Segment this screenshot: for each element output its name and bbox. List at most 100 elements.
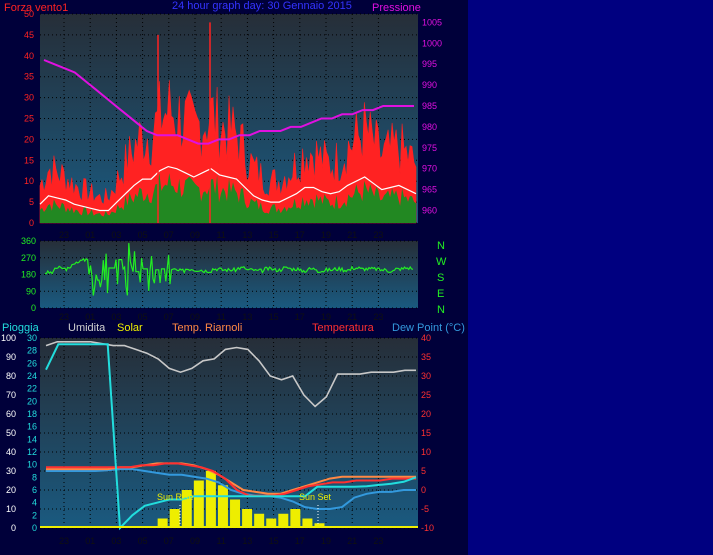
solar-bar: [169, 509, 180, 528]
humidity-axis-tick: 30: [6, 466, 16, 476]
x-tick-wind: 13: [242, 230, 252, 240]
temperature-axis-tick: 40: [421, 333, 431, 343]
direction-axis-tick: 360: [21, 236, 36, 246]
pressure-axis-tick: 975: [422, 143, 437, 153]
temperature-axis-tick: 35: [421, 352, 431, 362]
pressure-axis-tick: 1000: [422, 38, 442, 48]
temperature-axis-tick: 25: [421, 390, 431, 400]
rain-axis-tick: 10: [27, 460, 37, 470]
x-tick-wind: 23: [373, 230, 383, 240]
solar-bar: [254, 513, 265, 528]
x-tick-temp: 05: [138, 536, 148, 546]
rain-axis-tick: 28: [27, 346, 37, 356]
rain-axis-tick: 6: [32, 485, 37, 495]
x-tick-direction: 23: [373, 312, 383, 322]
rain-axis-tick: 2: [32, 510, 37, 520]
sunset-label: Sun Set: [299, 492, 332, 502]
direction-axis-tick: 270: [21, 253, 36, 263]
compass-w: W: [436, 256, 447, 268]
x-tick-wind: 21: [347, 230, 357, 240]
pressure-axis-tick: 995: [422, 59, 437, 69]
x-tick-temp: 15: [269, 536, 279, 546]
compass-e: E: [437, 288, 444, 300]
temperature-axis-tick: -10: [421, 523, 434, 533]
solar-bar: [290, 509, 301, 528]
humidity-axis-tick: 90: [6, 352, 16, 362]
rain-axis-tick: 0: [32, 523, 37, 533]
humidity-axis-tick: 0: [11, 523, 16, 533]
legend-radiator: Temp. Riarnoli: [172, 322, 242, 334]
rain-axis-tick: 16: [27, 422, 37, 432]
x-tick-direction: 01: [85, 312, 95, 322]
weather-charts: Forza vento1 24 hour graph day: 30 Genna…: [1, 0, 713, 555]
x-tick-direction: 13: [242, 312, 252, 322]
pressure-axis-tick: 980: [422, 122, 437, 132]
x-tick-temp: 07: [164, 536, 174, 546]
x-tick-direction: 17: [295, 312, 305, 322]
humidity-axis-tick: 60: [6, 409, 16, 419]
temperature-axis-tick: 15: [421, 428, 431, 438]
humidity-axis-tick: 50: [6, 428, 16, 438]
right-panel: [468, 0, 713, 555]
rain-axis-tick: 26: [27, 358, 37, 368]
rain-axis-tick: 14: [27, 434, 37, 444]
compass-n-bottom: N: [437, 304, 445, 316]
x-tick-direction: 03: [111, 312, 121, 322]
solar-bar: [278, 513, 289, 528]
wind-axis-tick: 10: [24, 176, 34, 186]
rain-axis-tick: 18: [27, 409, 37, 419]
wind-axis-tick: 45: [24, 30, 34, 40]
x-tick-wind: 19: [321, 230, 331, 240]
x-tick-temp: 11: [217, 536, 226, 546]
x-tick-temp: 03: [111, 536, 121, 546]
x-tick-temp: 23: [59, 536, 69, 546]
x-tick-wind: 05: [138, 230, 148, 240]
x-tick-direction: 05: [138, 312, 148, 322]
rain-axis-tick: 20: [27, 396, 37, 406]
chart-title: 24 hour graph day: 30 Gennaio 2015: [172, 0, 352, 12]
legend-temperature: Temperatura: [312, 322, 375, 334]
x-tick-direction: 09: [190, 312, 200, 322]
humidity-axis-tick: 70: [6, 390, 16, 400]
wind-axis-tick: 35: [24, 72, 34, 82]
solar-bar: [217, 485, 228, 528]
x-tick-wind: 07: [164, 230, 174, 240]
direction-axis-tick: 0: [31, 303, 36, 313]
x-tick-temp: 01: [85, 536, 95, 546]
x-tick-direction: 21: [347, 312, 357, 322]
humidity-axis-tick: 10: [6, 504, 16, 514]
x-tick-direction: 23: [59, 312, 69, 322]
x-tick-temp: 17: [295, 536, 305, 546]
compass-n-top: N: [437, 240, 445, 252]
x-tick-wind: 03: [111, 230, 121, 240]
x-tick-temp: 19: [321, 536, 331, 546]
sunrise-label: Sun Rise: [157, 492, 194, 502]
wind-axis-tick: 20: [24, 134, 34, 144]
legend-humidity: Umidita: [68, 322, 106, 334]
pressure-axis-tick: 965: [422, 185, 437, 195]
solar-bar: [230, 499, 241, 528]
pressure-axis-tick: 990: [422, 80, 437, 90]
humidity-axis-tick: 100: [1, 333, 16, 343]
wind-axis-label: Forza vento1: [4, 2, 68, 14]
wind-axis-tick: 50: [24, 9, 34, 19]
rain-axis-tick: 22: [27, 384, 37, 394]
solar-bar: [193, 480, 204, 528]
x-tick-wind: 15: [269, 230, 279, 240]
temperature-axis-tick: 5: [421, 466, 426, 476]
temperature-axis-tick: 10: [421, 447, 431, 457]
direction-axis-tick: 180: [21, 270, 36, 280]
humidity-axis-tick: 20: [6, 485, 16, 495]
temperature-axis-tick: 20: [421, 409, 431, 419]
x-tick-temp: 23: [373, 536, 383, 546]
rain-axis-tick: 12: [27, 447, 37, 457]
x-tick-wind: 23: [59, 230, 69, 240]
x-tick-wind: 17: [295, 230, 305, 240]
rain-axis-tick: 30: [27, 333, 37, 343]
direction-axis-tick: 90: [26, 286, 36, 296]
wind-axis-tick: 25: [24, 114, 34, 124]
pressure-axis-tick: 1005: [422, 17, 442, 27]
rain-axis-tick: 4: [32, 498, 37, 508]
pressure-axis-tick: 985: [422, 101, 437, 111]
pressure-axis-tick: 970: [422, 164, 437, 174]
